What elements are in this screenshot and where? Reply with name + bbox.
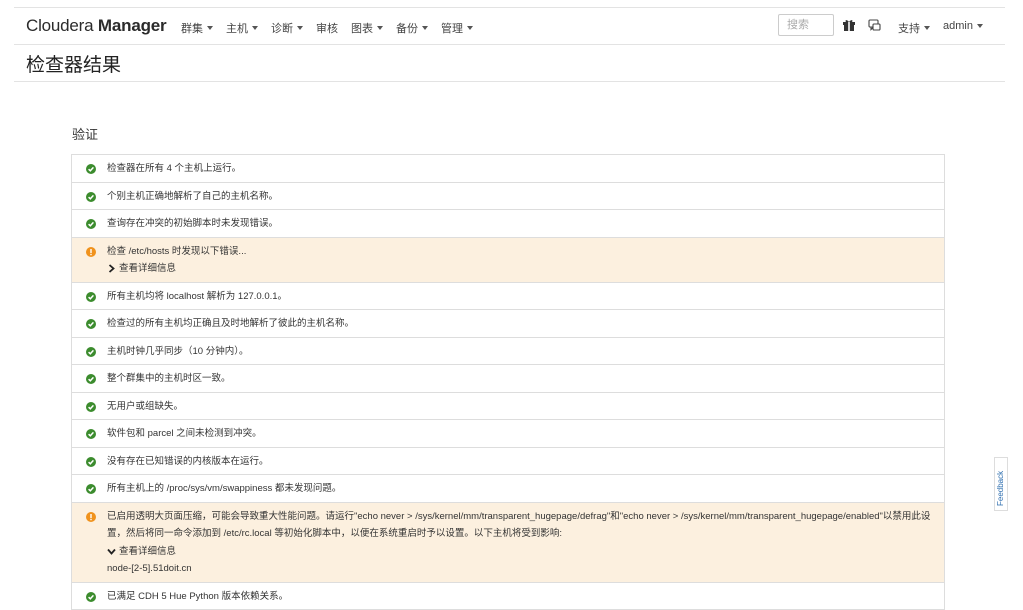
result-text: 软件包和 parcel 之间未检测到冲突。 (107, 425, 934, 443)
result-text: 检查器在所有 4 个主机上运行。 (107, 160, 934, 178)
result-text: 查询存在冲突的初始脚本时未发现错误。 (107, 215, 934, 233)
result-text: 个别主机正确地解析了自己的主机名称。 (107, 188, 934, 206)
divider (14, 81, 1005, 82)
gift-icon[interactable] (843, 19, 855, 37)
result-row: 无用户或组缺失。 (71, 393, 945, 421)
nav-item[interactable]: 审核 (316, 20, 338, 36)
chevron-down-icon (422, 26, 428, 30)
result-row: 软件包和 parcel 之间未检测到冲突。 (71, 420, 945, 448)
toggle-details-link[interactable]: 查看详细信息 (107, 260, 934, 278)
check-circle-icon (86, 191, 96, 201)
check-circle-icon (86, 428, 96, 438)
brand-logo[interactable]: Cloudera Manager (26, 16, 166, 36)
chevron-down-icon (924, 26, 930, 30)
check-circle-icon (86, 373, 96, 383)
result-row: 个别主机正确地解析了自己的主机名称。 (71, 183, 945, 211)
chevron-down-icon (377, 26, 383, 30)
section-title: 验证 (72, 124, 98, 143)
result-row: 主机时钟几乎同步（10 分钟内）。 (71, 338, 945, 366)
result-row: 已启用透明大页面压缩，可能会导致重大性能问题。请运行"echo never > … (71, 503, 945, 583)
top-navbar: Cloudera Manager 群集主机诊断审核图表备份管理 支持 admin (14, 7, 1005, 45)
result-row: 所有主机均将 localhost 解析为 127.0.0.1。 (71, 283, 945, 311)
result-row: 整个群集中的主机时区一致。 (71, 365, 945, 393)
chevron-down-icon (297, 26, 303, 30)
check-circle-icon (86, 291, 96, 301)
result-row: 检查器在所有 4 个主机上运行。 (71, 155, 945, 183)
feedback-tab[interactable]: Feedback (994, 457, 1008, 511)
result-row: 没有存在已知错误的内核版本在运行。 (71, 448, 945, 476)
check-circle-icon (86, 483, 96, 493)
chevron-down-icon (977, 24, 983, 28)
result-text: 检查过的所有主机均正确且及时地解析了彼此的主机名称。 (107, 315, 934, 333)
result-text: 已启用透明大页面压缩，可能会导致重大性能问题。请运行"echo never > … (107, 508, 934, 543)
nav-item[interactable]: 主机 (226, 20, 258, 36)
result-row: 所有主机上的 /proc/sys/vm/swappiness 都未发现问题。 (71, 475, 945, 503)
result-row: 检查过的所有主机均正确且及时地解析了彼此的主机名称。 (71, 310, 945, 338)
nav-item[interactable]: 图表 (351, 20, 383, 36)
result-row: 检查 /etc/hosts 时发现以下错误...查看详细信息 (71, 238, 945, 283)
support-menu[interactable]: 支持 (898, 20, 930, 36)
result-text: 所有主机上的 /proc/sys/vm/swappiness 都未发现问题。 (107, 480, 934, 498)
nav-item[interactable]: 诊断 (271, 20, 303, 36)
result-row: 已满足 CDH 5 Hue Python 版本依赖关系。 (71, 583, 945, 610)
chevron-down-icon (467, 26, 473, 30)
warning-icon (86, 246, 96, 256)
result-text: 所有主机均将 localhost 解析为 127.0.0.1。 (107, 288, 934, 306)
result-text: 整个群集中的主机时区一致。 (107, 370, 934, 388)
search-input[interactable] (778, 14, 834, 36)
chevron-right-icon (107, 264, 119, 273)
result-text: 无用户或组缺失。 (107, 398, 934, 416)
result-text: 没有存在已知错误的内核版本在运行。 (107, 453, 934, 471)
check-circle-icon (86, 591, 96, 601)
result-text: 检查 /etc/hosts 时发现以下错误... (107, 243, 934, 261)
check-circle-icon (86, 163, 96, 173)
chevron-down-icon (252, 26, 258, 30)
check-circle-icon (86, 401, 96, 411)
result-text: 主机时钟几乎同步（10 分钟内）。 (107, 343, 934, 361)
result-row: 查询存在冲突的初始脚本时未发现错误。 (71, 210, 945, 238)
check-circle-icon (86, 456, 96, 466)
user-menu[interactable]: admin (943, 20, 983, 32)
details-content: node-[2-5].51doit.cn (107, 560, 934, 578)
chevron-down-icon (107, 547, 119, 556)
warning-icon (86, 511, 96, 521)
check-circle-icon (86, 318, 96, 328)
results-list: 检查器在所有 4 个主机上运行。个别主机正确地解析了自己的主机名称。查询存在冲突… (71, 154, 945, 610)
chat-icon[interactable] (868, 19, 881, 37)
page-title: 检查器结果 (26, 50, 121, 77)
check-circle-icon (86, 218, 96, 228)
chevron-down-icon (207, 26, 213, 30)
nav-item[interactable]: 群集 (181, 20, 213, 36)
nav-item[interactable]: 备份 (396, 20, 428, 36)
main-nav: 群集主机诊断审核图表备份管理 (181, 20, 486, 36)
result-text: 已满足 CDH 5 Hue Python 版本依赖关系。 (107, 588, 934, 606)
toggle-details-link[interactable]: 查看详细信息 (107, 543, 934, 561)
nav-item[interactable]: 管理 (441, 20, 473, 36)
check-circle-icon (86, 346, 96, 356)
